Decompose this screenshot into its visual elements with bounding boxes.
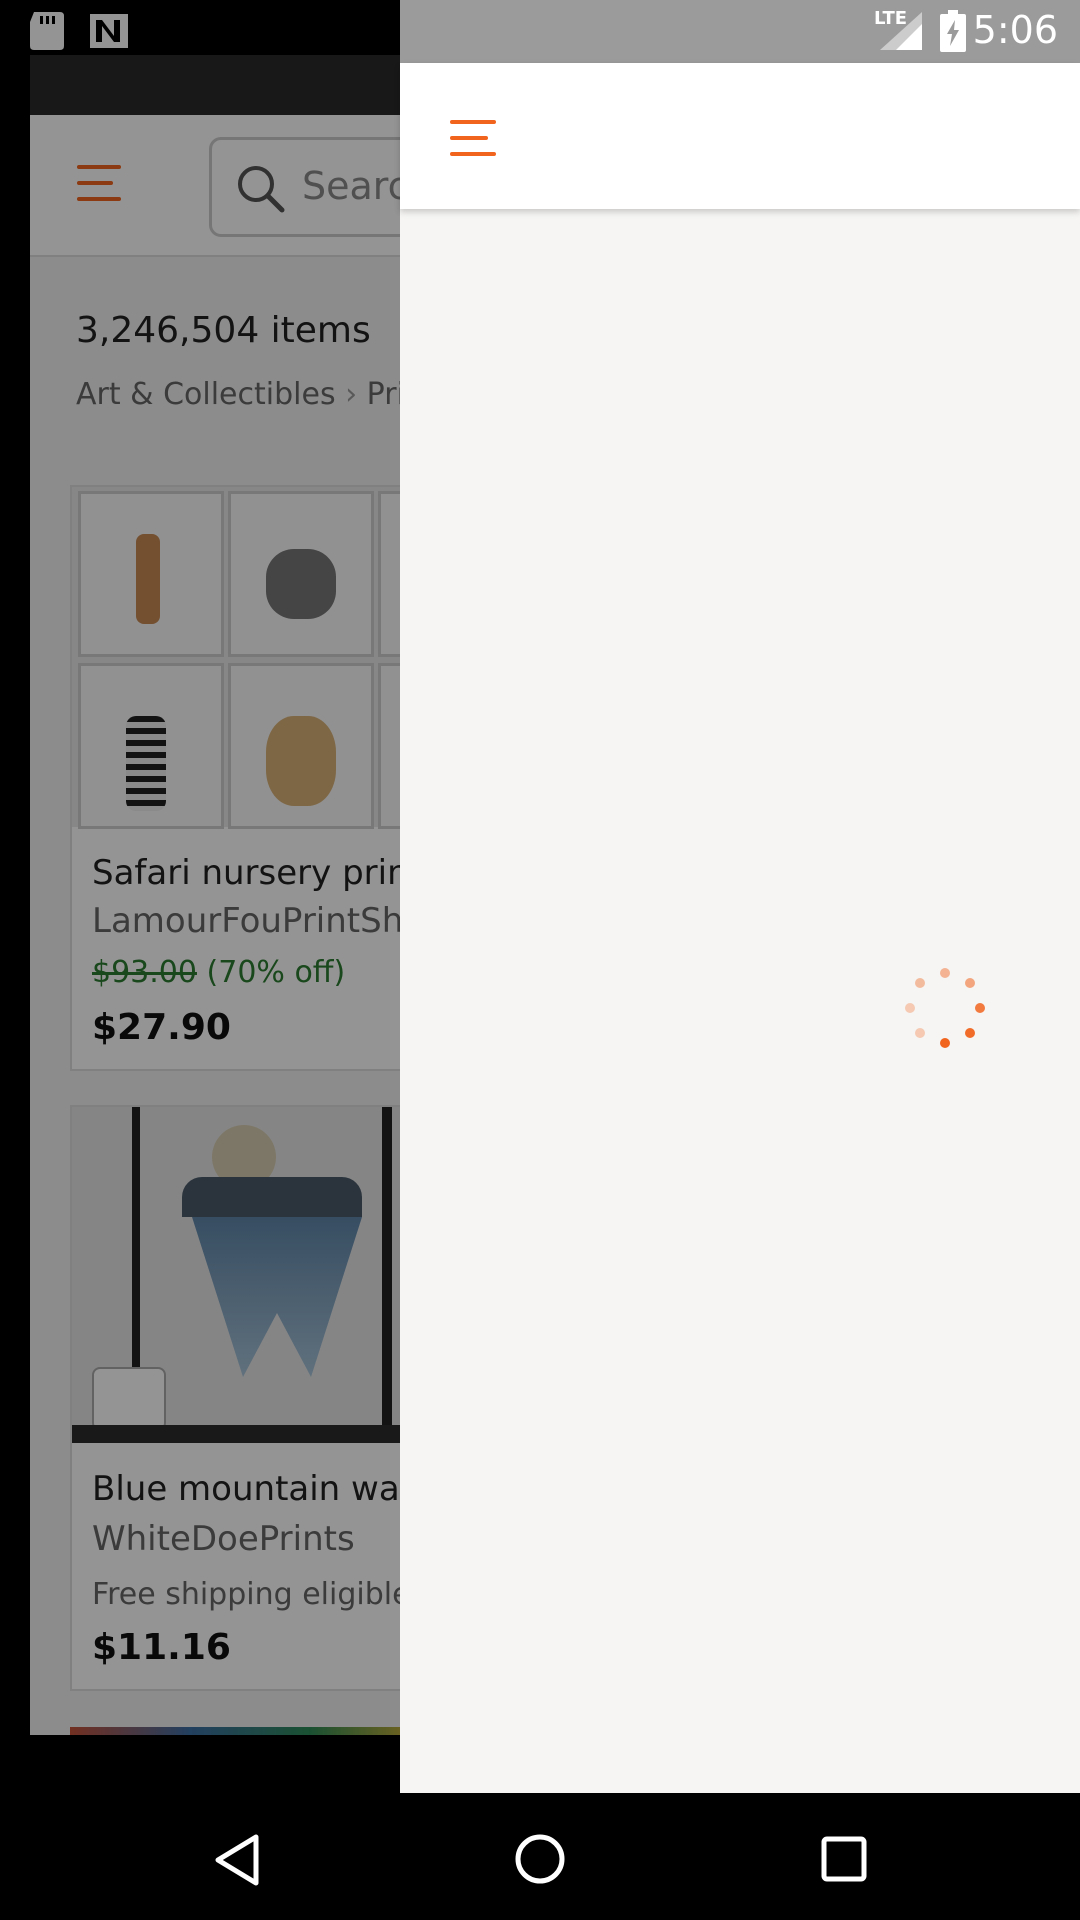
- clock: 5:06: [972, 8, 1058, 52]
- status-bar-right: LTE 5:06: [400, 0, 1080, 63]
- hamburger-menu-icon[interactable]: [450, 118, 500, 158]
- battery-charging-icon: [940, 10, 966, 52]
- drawer-header: [400, 63, 1080, 209]
- recents-icon[interactable]: [820, 1835, 868, 1883]
- navigation-drawer: [400, 63, 1080, 1793]
- drawer-scrim[interactable]: [0, 0, 400, 1920]
- loading-spinner-icon: [905, 968, 985, 1048]
- system-navigation-bar: [0, 1793, 1080, 1920]
- lte-signal-icon: [880, 12, 922, 50]
- back-icon[interactable]: [212, 1833, 262, 1887]
- home-icon[interactable]: [512, 1831, 568, 1887]
